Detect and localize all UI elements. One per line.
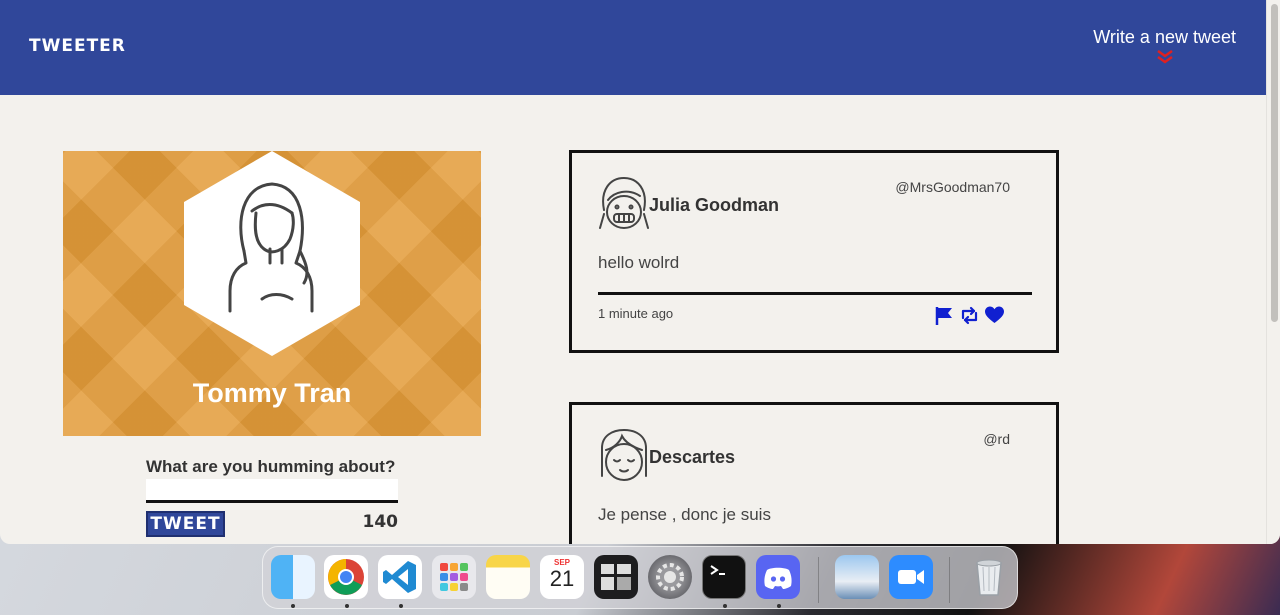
navbar: TWEETER Write a new tweet (0, 0, 1266, 95)
compose-label: What are you humming about? (146, 457, 396, 476)
heart-icon[interactable] (984, 305, 1005, 326)
chrome-icon[interactable] (324, 555, 368, 599)
running-indicator (399, 604, 403, 608)
calendar-day: 21 (549, 566, 575, 591)
macos-dock: SEP 21 (262, 546, 1018, 609)
character-counter: 140 (362, 512, 399, 532)
tweet-actions (934, 305, 1005, 326)
tweet-divider (598, 292, 1032, 295)
dock-separator (818, 557, 819, 603)
tweet-content: Je pense , donc je suis (598, 505, 771, 524)
scrollbar-thumb[interactable] (1271, 4, 1278, 322)
write-new-tweet-button[interactable]: Write a new tweet (1093, 27, 1236, 64)
tweet-author: Julia Goodman (649, 195, 780, 215)
tweet-handle: @MrsGoodman70 (895, 179, 1010, 195)
double-chevron-down-icon (1156, 50, 1173, 64)
tweet-content: hello wolrd (598, 253, 680, 272)
tweet-timestamp: 1 minute ago (598, 306, 674, 321)
trash-icon[interactable] (967, 555, 1011, 599)
running-indicator (777, 604, 781, 608)
profile-name: Tommy Tran (192, 378, 352, 408)
preview-icon[interactable] (835, 555, 879, 599)
tweet-handle: @rd (983, 431, 1010, 447)
finder-icon[interactable] (271, 555, 315, 599)
running-indicator (291, 604, 295, 608)
compose-input[interactable] (146, 479, 398, 503)
terminal-icon[interactable] (702, 555, 746, 599)
browser-window: TWEETER Write a new tweet Tommy Tran Wha… (0, 0, 1280, 544)
system-preferences-icon[interactable] (648, 555, 692, 599)
launchpad-icon[interactable] (432, 555, 476, 599)
notes-icon[interactable] (486, 555, 530, 599)
running-indicator (723, 604, 727, 608)
vscode-icon[interactable] (378, 555, 422, 599)
calendar-icon[interactable]: SEP 21 (540, 555, 584, 599)
profile-card: Tommy Tran (63, 151, 481, 436)
discord-icon[interactable] (756, 555, 800, 599)
tweet-card: Julia Goodman @MrsGoodman70 hello wolrd … (569, 150, 1059, 353)
retweet-icon[interactable] (959, 305, 980, 326)
mission-control-icon[interactable] (594, 555, 638, 599)
author-avatar (599, 176, 649, 229)
brand-logo[interactable]: TWEETER (29, 36, 126, 56)
running-indicator (345, 604, 349, 608)
tweet-button[interactable]: TWEET (146, 511, 225, 537)
page-scrollbar[interactable] (1266, 0, 1280, 544)
tweet-author: Descartes (649, 447, 736, 467)
profile-avatar (184, 151, 360, 356)
flag-icon[interactable] (934, 305, 955, 326)
dock-separator (949, 557, 950, 603)
tweet-card: Descartes @rd Je pense , donc je suis (569, 402, 1059, 544)
author-avatar (601, 428, 647, 481)
zoom-icon[interactable] (889, 555, 933, 599)
write-new-tweet-label: Write a new tweet (1093, 27, 1236, 47)
